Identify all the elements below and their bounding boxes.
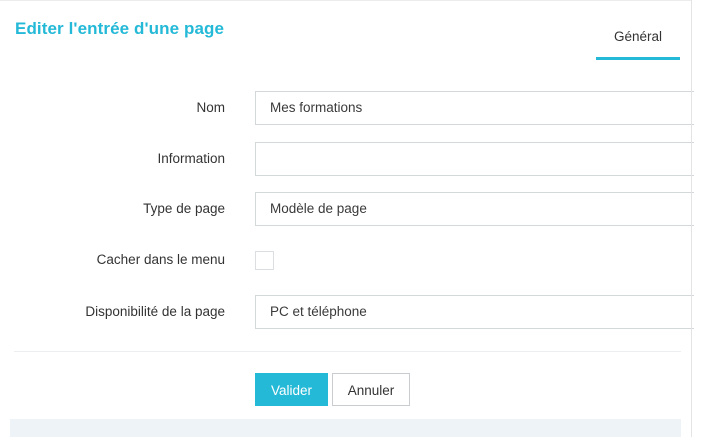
valider-button[interactable]: Valider: [255, 373, 328, 406]
type-de-page-label: Type de page: [143, 201, 225, 216]
edit-page-panel: Editer l'entrée d'une page Général Nom I…: [0, 0, 694, 437]
page-title: Editer l'entrée d'une page: [15, 19, 225, 38]
information-input[interactable]: [255, 142, 694, 176]
page: Editer l'entrée d'une page Général Nom I…: [0, 0, 701, 437]
tab-general[interactable]: Général: [596, 16, 680, 60]
form-row-nom: Nom: [0, 91, 694, 125]
information-label: Information: [157, 151, 225, 166]
tab-active-indicator: [596, 57, 680, 60]
cacher-dans-le-menu-label: Cacher dans le menu: [96, 252, 225, 267]
tab-general-label: Général: [613, 29, 663, 44]
panel-top-border: [0, 0, 691, 1]
form-row-type-de-page: Type de page Modèle de page: [0, 192, 694, 226]
type-de-page-select[interactable]: Modèle de page: [255, 192, 694, 226]
panel-footer: [10, 419, 681, 437]
form-row-cacher-dans-le-menu: Cacher dans le menu: [0, 243, 691, 277]
form-row-disponibilite: Disponibilité de la page PC et téléphone: [0, 295, 694, 329]
disponibilite-label: Disponibilité de la page: [85, 304, 225, 319]
nom-input[interactable]: [255, 91, 694, 125]
annuler-button[interactable]: Annuler: [332, 373, 410, 406]
nom-label: Nom: [196, 100, 225, 115]
cacher-dans-le-menu-checkbox[interactable]: [255, 251, 274, 270]
form-divider: [14, 351, 681, 352]
disponibilite-select[interactable]: PC et téléphone: [255, 295, 694, 329]
panel-right-border: [691, 0, 692, 437]
form-row-information: Information: [0, 142, 694, 176]
